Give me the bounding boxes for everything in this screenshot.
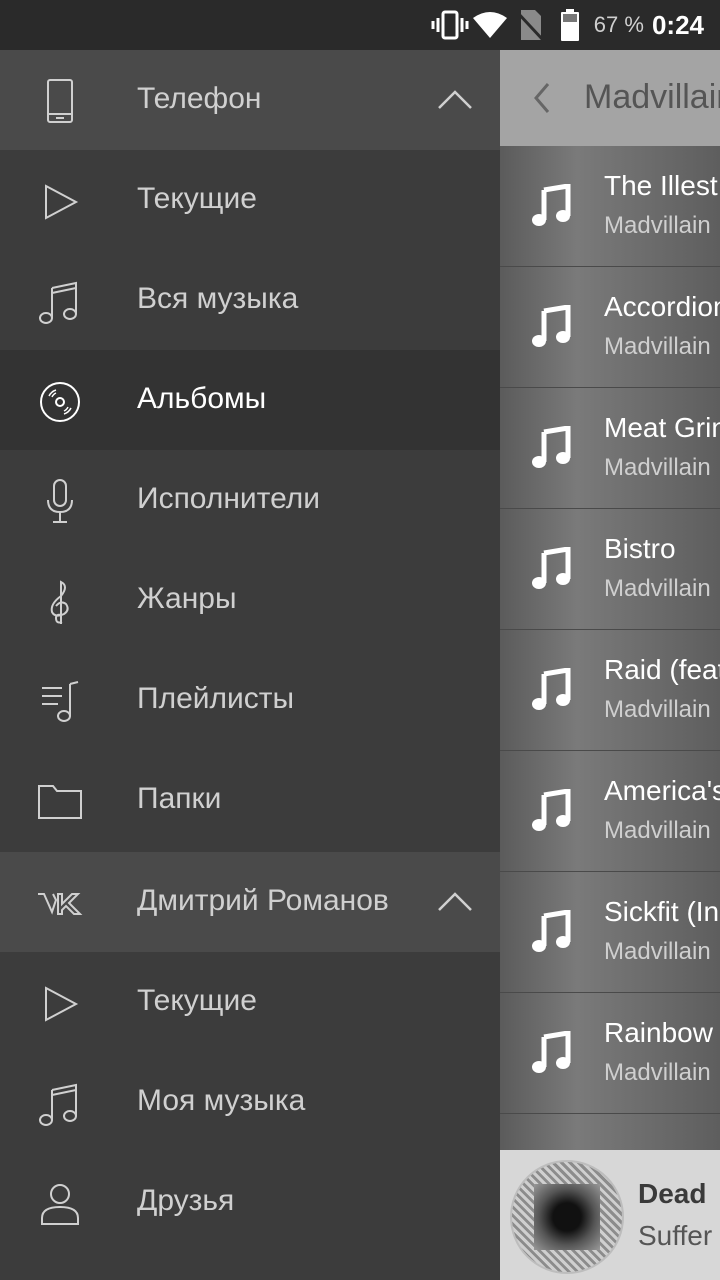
drawer-item-artists[interactable]: Исполнители (0, 450, 500, 550)
drawer-item-genres[interactable]: Жанры (0, 550, 500, 650)
navigation-drawer: Телефон Текущие Вся музыка Альбомы Испол… (0, 50, 500, 1280)
track-artist: Madvillain (604, 696, 711, 723)
track-artist: Madvillain (604, 938, 711, 965)
track-artist: Madvillain (604, 454, 711, 481)
music-note-icon (532, 547, 572, 591)
vinyl-icon (36, 378, 84, 426)
clock: 0:24 (651, 9, 704, 40)
track-row[interactable]: Meat Grinder Madvillain (500, 388, 720, 509)
track-title: Bistro (604, 533, 676, 564)
track-list: The Illest Madvillain Accordion Madvilla… (500, 146, 720, 1178)
drawer-item-current[interactable]: Текущие (0, 150, 500, 250)
drawer-item-label: Папки (137, 782, 222, 815)
track-title: Accordion (604, 291, 720, 322)
music-note-icon (532, 789, 572, 833)
drawer-item-label: Исполнители (137, 482, 321, 515)
drawer-item-label: Друзья (137, 1184, 235, 1217)
section-header-vk[interactable]: Дмитрий Романов (0, 852, 500, 952)
drawer-item-label: Альбомы (137, 382, 267, 415)
microphone-icon (36, 478, 84, 526)
music-note-icon (532, 910, 572, 954)
drawer-item-label: Моя музыка (137, 1084, 306, 1117)
mini-player-subtitle: Suffer (638, 1220, 713, 1251)
music-note-icon (36, 1080, 84, 1128)
drawer-item-label: Текущие (137, 984, 257, 1017)
vk-logo-icon (36, 880, 84, 928)
track-row[interactable]: Bistro Madvillain (500, 509, 720, 630)
track-artist: Madvillain (604, 212, 711, 239)
track-title: America's (604, 775, 720, 806)
track-row[interactable]: Raid (feat Madvillain (500, 630, 720, 751)
playlist-icon (36, 678, 84, 726)
treble-clef-icon (36, 578, 84, 626)
drawer-item-label: Текущие (137, 182, 257, 215)
music-note-icon (532, 305, 572, 349)
battery-percent: 67 % (593, 12, 644, 37)
track-row[interactable]: Rainbow Madvillain (500, 993, 720, 1114)
music-note-icon (36, 278, 84, 326)
track-artist: Madvillain (604, 817, 711, 844)
wifi-icon (470, 5, 510, 45)
album-art (510, 1160, 624, 1274)
music-note-icon (532, 1031, 572, 1075)
section-header-phone[interactable]: Телефон (0, 50, 500, 150)
drawer-item-all-music[interactable]: Вся музыка (0, 250, 500, 350)
section-header-label: Дмитрий Романов (137, 884, 389, 917)
drawer-item-label: Плейлисты (137, 682, 295, 715)
track-row[interactable]: Accordion Madvillain (500, 267, 720, 388)
back-arrow-icon[interactable] (528, 80, 556, 116)
music-note-icon (532, 184, 572, 228)
track-title: Meat Grinder (604, 412, 720, 443)
drawer-item-my-music[interactable]: Моя музыка (0, 1052, 500, 1152)
drawer-item-friends[interactable]: Друзья (0, 1152, 500, 1252)
drawer-item-playlists[interactable]: Плейлисты (0, 650, 500, 750)
mini-player[interactable]: Dead Suffer (500, 1150, 720, 1280)
phone-icon (36, 78, 84, 126)
no-sim-icon (510, 5, 550, 45)
drawer-item-folders[interactable]: Папки (0, 750, 500, 850)
track-title: The Illest (604, 170, 718, 201)
section-header-label: Телефон (137, 82, 262, 115)
person-icon (36, 1180, 84, 1228)
track-row[interactable]: The Illest Madvillain (500, 146, 720, 267)
folder-icon (36, 778, 84, 826)
play-icon (36, 178, 84, 226)
track-row[interactable]: America's Madvillain (500, 751, 720, 872)
track-artist: Madvillain (604, 1059, 711, 1086)
battery-icon (550, 5, 590, 45)
drawer-item-albums[interactable]: Альбомы (0, 350, 500, 450)
album-title: Madvillain (584, 78, 720, 116)
track-title: Sickfit (In (604, 896, 720, 927)
drawer-item-vk-current[interactable]: Текущие (0, 952, 500, 1052)
chevron-up-icon[interactable] (436, 86, 474, 114)
vibrate-icon (430, 5, 470, 45)
chevron-up-icon[interactable] (436, 888, 474, 916)
mini-player-title: Dead (638, 1178, 707, 1209)
track-row[interactable]: Sickfit (In Madvillain (500, 872, 720, 993)
music-note-icon (532, 426, 572, 470)
track-title: Raid (feat (604, 654, 720, 685)
drawer-item-label: Вся музыка (137, 282, 299, 315)
drawer-item-label: Жанры (137, 582, 237, 615)
track-title: Rainbow (604, 1017, 713, 1048)
track-artist: Madvillain (604, 333, 711, 360)
music-note-icon (532, 668, 572, 712)
status-bar: 67 % 0:24 (0, 0, 720, 50)
play-icon (36, 980, 84, 1028)
track-artist: Madvillain (604, 575, 711, 602)
